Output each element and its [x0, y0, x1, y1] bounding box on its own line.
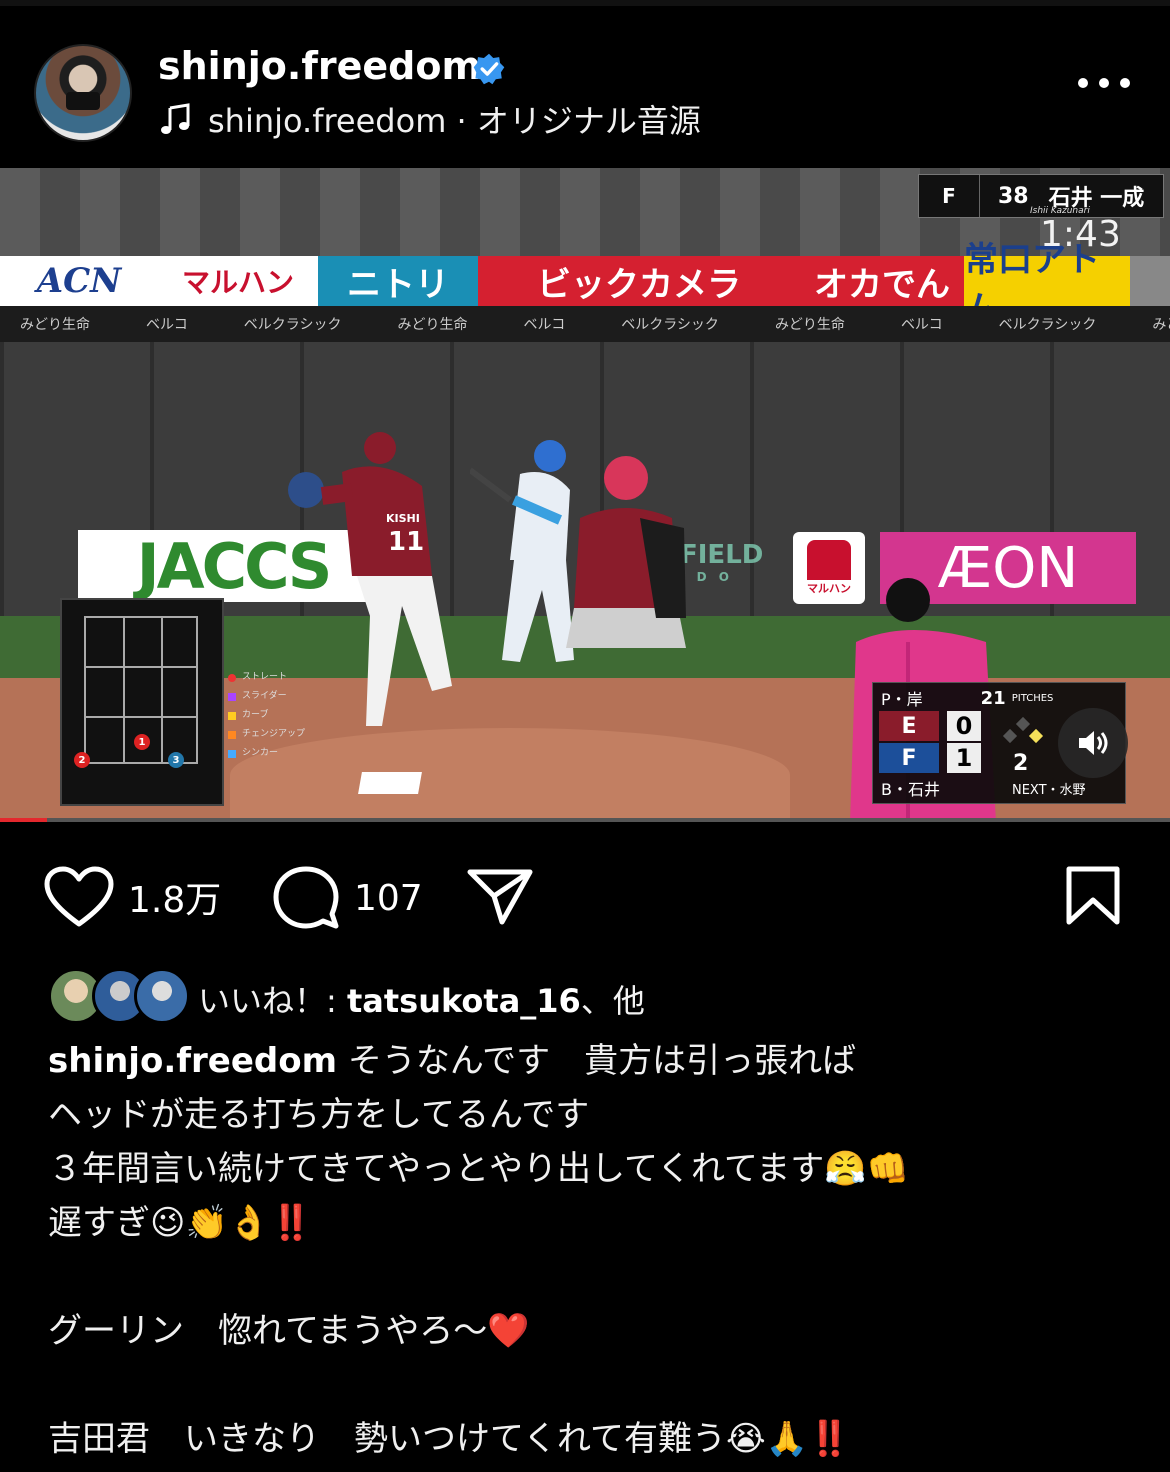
wall-field-text: FIELD — [680, 540, 764, 570]
bookmark-icon — [1066, 866, 1120, 925]
share-button[interactable] — [466, 866, 534, 926]
fighters-logo-icon: F — [879, 743, 939, 773]
video-timer: 1:43 — [1040, 214, 1121, 255]
avatar — [134, 968, 190, 1024]
scoreboard-batter: B・石井 — [881, 780, 940, 799]
ad-atom: 常口アトム — [964, 240, 1130, 329]
catcher-figure — [566, 456, 686, 648]
bookmark-button[interactable] — [1066, 866, 1120, 930]
ad-maruhan: マルハン — [181, 266, 294, 299]
scoreboard-pitcher: P・岸 — [881, 690, 923, 709]
post-caption: shinjo.freedom そうなんです 貴方は引っ張ればヘッドが走る打ち方を… — [48, 1034, 1128, 1466]
legend-item: スライダー — [242, 691, 287, 701]
scoreboard-next: NEXT・水野 — [1011, 782, 1086, 798]
post-username[interactable]: shinjo.freedom — [158, 44, 481, 88]
pitch-mark: 2 — [74, 752, 90, 768]
comment-icon — [273, 866, 339, 929]
ad-okaden: オカでん — [800, 256, 964, 306]
sponsor-text: ベルコ — [146, 317, 188, 333]
sponsor-text: みどり生命 — [774, 317, 845, 333]
caption-line: 遅すぎ😉👏👌‼️ — [48, 1203, 313, 1243]
more-options-button[interactable] — [1078, 78, 1130, 98]
home-score: 1 — [947, 743, 981, 773]
sponsor-text: ベルクラシック — [621, 317, 719, 333]
send-icon — [467, 869, 533, 925]
profile-avatar[interactable] — [34, 44, 132, 142]
wall-field-subtext: I D O — [680, 570, 733, 584]
pitch-legend: ストレート スライダー カーブ チェンジアップ シンカー — [228, 668, 305, 763]
video-player[interactable]: ACN マルハン ニトリ ビックカメラ オカでん 常口アトム みどり生命 ベルコ… — [0, 168, 1170, 822]
caption-line: グーリン 惚れてまうやろ〜❤️ — [48, 1311, 530, 1351]
pitch-mark: 1 — [134, 734, 150, 750]
status-divider — [0, 0, 1170, 6]
away-score: 0 — [947, 711, 981, 741]
liked-by-prefix: いいね！: — [198, 982, 347, 1020]
music-note-icon — [161, 103, 190, 134]
sponsor-text: ベルクラシック — [998, 317, 1097, 333]
audio-attribution[interactable]: shinjo.freedom · オリジナル音源 — [158, 96, 701, 142]
caption-line: 吉田君 いきなり 勢いつけてくれて有難う😭🙏‼️ — [48, 1419, 851, 1459]
legend-item: カーブ — [242, 710, 269, 720]
pitcher-number: 11 — [388, 527, 424, 557]
caption-line: ３年間言い続けてきてやっとやり出してくれてます😤👊 — [48, 1149, 909, 1189]
liker-avatars[interactable] — [48, 968, 190, 1024]
pitchers-mound — [230, 728, 790, 822]
heart-icon — [44, 866, 114, 927]
legend-item: シンカー — [242, 748, 279, 758]
sponsor-text: みどり生命 — [20, 317, 90, 333]
verified-badge-icon — [473, 53, 505, 85]
more-dot-icon — [1078, 78, 1088, 88]
sponsor-band: みどり生命 ベルコ ベルクラシック みどり生命 ベルコ ベルクラシック みどり生… — [0, 306, 1170, 342]
maruhan-logo-icon — [807, 540, 851, 580]
legend-item: チェンジアップ — [242, 729, 306, 739]
sound-toggle-button[interactable] — [1058, 708, 1128, 778]
pitch-mark: 3 — [168, 752, 184, 768]
legend-item: ストレート — [242, 672, 288, 682]
ad-acn: ACN — [36, 261, 122, 301]
wall-maruhan-text: マルハン — [807, 582, 851, 595]
wall-ad-field: FIELD I D O — [680, 540, 780, 596]
ad-nitori: ニトリ — [318, 256, 478, 306]
batter-number: 38 — [998, 183, 1029, 209]
pitch-count: 21 — [980, 687, 1006, 709]
sponsor-text: ベルコ — [900, 317, 943, 333]
out-count: 2 — [1013, 751, 1029, 776]
pitcher-name: KISHI — [386, 512, 420, 525]
more-dot-icon — [1120, 78, 1130, 88]
ad-banner-row: ACN マルハン ニトリ ビックカメラ オカでん 常口アトム — [0, 240, 1170, 329]
eagles-logo-icon: E — [879, 711, 939, 741]
caption-line: ヘッドが走る打ち方をしてるんです — [48, 1095, 590, 1135]
strike-zone-graphic: 2 1 3 — [60, 598, 224, 806]
speaker-icon — [1079, 731, 1108, 755]
comment-count: 107 — [354, 877, 423, 919]
home-plate — [358, 772, 422, 794]
comment-button[interactable]: 107 — [272, 866, 423, 930]
more-dot-icon — [1099, 78, 1109, 88]
like-count: 1.8万 — [128, 880, 222, 921]
caption-line: そうなんです 貴方は引っ張れば — [337, 1041, 857, 1081]
sponsor-text: ベルコ — [523, 317, 566, 333]
like-button[interactable]: 1.8万 — [44, 866, 221, 928]
ad-biccamera: ビックカメラ — [478, 256, 800, 306]
pitcher-figure: KISHI 11 — [288, 432, 452, 726]
liked-by-text[interactable]: いいね！: tatsukota_16、他 — [198, 976, 645, 1022]
fighters-logo-icon: F — [919, 175, 980, 217]
pitch-count-label: PITCHES — [1011, 692, 1054, 704]
audio-label: shinjo.freedom · オリジナル音源 — [208, 102, 701, 140]
caption-username[interactable]: shinjo.freedom — [48, 1041, 337, 1081]
liked-by-suffix: 、他 — [580, 982, 645, 1020]
sponsor-text: ベルクラシック — [243, 317, 342, 333]
sponsor-text: みどり生命 — [397, 317, 468, 333]
sponsor-text: みどり生命 — [1152, 317, 1170, 333]
video-progress-fill — [0, 818, 47, 822]
liked-by-user[interactable]: tatsukota_16 — [347, 982, 581, 1020]
video-progress-bar[interactable] — [0, 818, 1170, 822]
